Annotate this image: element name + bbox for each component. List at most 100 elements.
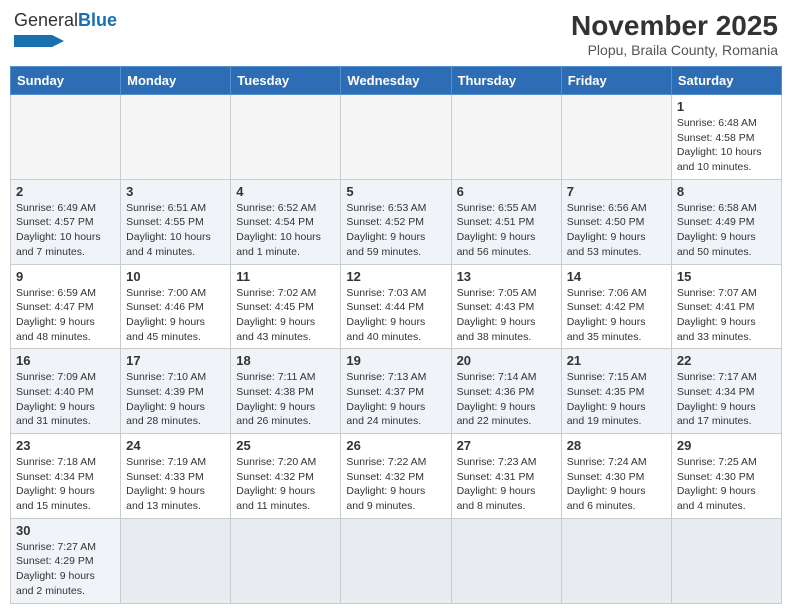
calendar-cell: 15 Sunrise: 7:07 AM Sunset: 4:41 PM Dayli…: [671, 264, 781, 349]
calendar-cell: 25Sunrise: 7:20 AM Sunset: 4:32 PM Dayli…: [231, 434, 341, 519]
calendar-cell: [561, 518, 671, 603]
calendar-cell: 10 Sunrise: 7:00 AM Sunset: 4:46 PM Dayli…: [121, 264, 231, 349]
day-number: 26: [346, 438, 445, 453]
day-number: 4: [236, 184, 335, 199]
calendar-cell: 17 Sunrise: 7:10 AM Sunset: 4:39 PM Dayli…: [121, 349, 231, 434]
calendar-cell: [231, 518, 341, 603]
day-number: 20: [457, 353, 556, 368]
day-info: Sunrise: 6:49 AM Sunset: 4:57 PM Dayligh…: [16, 201, 115, 260]
day-info: Sunrise: 7:23 AM Sunset: 4:31 PM Dayligh…: [457, 455, 556, 514]
month-title: November 2025: [571, 10, 778, 42]
calendar-cell: [341, 95, 451, 180]
day-number: 17: [126, 353, 225, 368]
calendar-cell: [451, 95, 561, 180]
day-info: Sunrise: 7:00 AM Sunset: 4:46 PM Dayligh…: [126, 286, 225, 345]
day-number: 12: [346, 269, 445, 284]
day-info: Sunrise: 6:56 AM Sunset: 4:50 PM Dayligh…: [567, 201, 666, 260]
day-number: 22: [677, 353, 776, 368]
day-info: Sunrise: 7:24 AM Sunset: 4:30 PM Dayligh…: [567, 455, 666, 514]
day-info: Sunrise: 7:22 AM Sunset: 4:32 PM Dayligh…: [346, 455, 445, 514]
weekday-header-tuesday: Tuesday: [231, 67, 341, 95]
day-info: Sunrise: 7:03 AM Sunset: 4:44 PM Dayligh…: [346, 286, 445, 345]
calendar-cell: 18 Sunrise: 7:11 AM Sunset: 4:38 PM Dayli…: [231, 349, 341, 434]
day-info: Sunrise: 7:18 AM Sunset: 4:34 PM Dayligh…: [16, 455, 115, 514]
day-info: Sunrise: 6:48 AM Sunset: 4:58 PM Dayligh…: [677, 116, 776, 175]
day-info: Sunrise: 7:05 AM Sunset: 4:43 PM Dayligh…: [457, 286, 556, 345]
day-info: Sunrise: 6:58 AM Sunset: 4:49 PM Dayligh…: [677, 201, 776, 260]
day-info: Sunrise: 7:02 AM Sunset: 4:45 PM Dayligh…: [236, 286, 335, 345]
day-info: Sunrise: 6:53 AM Sunset: 4:52 PM Dayligh…: [346, 201, 445, 260]
day-info: Sunrise: 7:11 AM Sunset: 4:38 PM Dayligh…: [236, 370, 335, 429]
day-info: Sunrise: 7:13 AM Sunset: 4:37 PM Dayligh…: [346, 370, 445, 429]
calendar-cell: 11 Sunrise: 7:02 AM Sunset: 4:45 PM Dayli…: [231, 264, 341, 349]
day-number: 7: [567, 184, 666, 199]
calendar-cell: 28 Sunrise: 7:24 AM Sunset: 4:30 PM Dayli…: [561, 434, 671, 519]
title-area: November 2025 Plopu, Braila County, Roma…: [571, 10, 778, 58]
calendar-cell: 21 Sunrise: 7:15 AM Sunset: 4:35 PM Dayli…: [561, 349, 671, 434]
calendar-cell: [121, 95, 231, 180]
calendar-cell: [671, 518, 781, 603]
calendar-cell: [231, 95, 341, 180]
calendar-cell: 14 Sunrise: 7:06 AM Sunset: 4:42 PM Dayli…: [561, 264, 671, 349]
day-info: Sunrise: 7:17 AM Sunset: 4:34 PM Dayligh…: [677, 370, 776, 429]
calendar-row-5: 30 Sunrise: 7:27 AM Sunset: 4:29 PM Dayli…: [11, 518, 782, 603]
day-number: 18: [236, 353, 335, 368]
day-number: 24: [126, 438, 225, 453]
day-number: 16: [16, 353, 115, 368]
day-info: Sunrise: 7:06 AM Sunset: 4:42 PM Dayligh…: [567, 286, 666, 345]
calendar-cell: 3 Sunrise: 6:51 AM Sunset: 4:55 PM Daylig…: [121, 179, 231, 264]
calendar-cell: 2 Sunrise: 6:49 AM Sunset: 4:57 PM Daylig…: [11, 179, 121, 264]
calendar-cell: 22 Sunrise: 7:17 AM Sunset: 4:34 PM Dayli…: [671, 349, 781, 434]
day-number: 21: [567, 353, 666, 368]
day-info: Sunrise: 6:52 AM Sunset: 4:54 PM Dayligh…: [236, 201, 335, 260]
day-number: 6: [457, 184, 556, 199]
day-info: Sunrise: 6:51 AM Sunset: 4:55 PM Dayligh…: [126, 201, 225, 260]
calendar-row-0: 1 Sunrise: 6:48 AM Sunset: 4:58 PM Daylig…: [11, 95, 782, 180]
logo-blue-text: Blue: [78, 10, 117, 31]
calendar-cell: 30 Sunrise: 7:27 AM Sunset: 4:29 PM Dayli…: [11, 518, 121, 603]
day-number: 11: [236, 269, 335, 284]
calendar-row-2: 9Sunrise: 6:59 AM Sunset: 4:47 PM Daylig…: [11, 264, 782, 349]
calendar-cell: 7 Sunrise: 6:56 AM Sunset: 4:50 PM Daylig…: [561, 179, 671, 264]
calendar-cell: 5Sunrise: 6:53 AM Sunset: 4:52 PM Daylig…: [341, 179, 451, 264]
day-number: 1: [677, 99, 776, 114]
calendar-cell: [451, 518, 561, 603]
day-info: Sunrise: 7:27 AM Sunset: 4:29 PM Dayligh…: [16, 540, 115, 599]
calendar-cell: 27 Sunrise: 7:23 AM Sunset: 4:31 PM Dayli…: [451, 434, 561, 519]
calendar-cell: [561, 95, 671, 180]
day-number: 19: [346, 353, 445, 368]
day-number: 15: [677, 269, 776, 284]
day-info: Sunrise: 7:07 AM Sunset: 4:41 PM Dayligh…: [677, 286, 776, 345]
location-subtitle: Plopu, Braila County, Romania: [571, 42, 778, 58]
day-number: 23: [16, 438, 115, 453]
weekday-header-saturday: Saturday: [671, 67, 781, 95]
calendar-cell: [121, 518, 231, 603]
logo: General Blue: [14, 10, 117, 49]
day-number: 25: [236, 438, 335, 453]
day-info: Sunrise: 7:25 AM Sunset: 4:30 PM Dayligh…: [677, 455, 776, 514]
calendar-cell: 23 Sunrise: 7:18 AM Sunset: 4:34 PM Dayli…: [11, 434, 121, 519]
weekday-header-wednesday: Wednesday: [341, 67, 451, 95]
day-info: Sunrise: 7:15 AM Sunset: 4:35 PM Dayligh…: [567, 370, 666, 429]
calendar-cell: [11, 95, 121, 180]
calendar-cell: 13Sunrise: 7:05 AM Sunset: 4:43 PM Dayli…: [451, 264, 561, 349]
day-number: 30: [16, 523, 115, 538]
calendar-row-3: 16Sunrise: 7:09 AM Sunset: 4:40 PM Dayli…: [11, 349, 782, 434]
calendar-row-4: 23 Sunrise: 7:18 AM Sunset: 4:34 PM Dayli…: [11, 434, 782, 519]
day-info: Sunrise: 7:14 AM Sunset: 4:36 PM Dayligh…: [457, 370, 556, 429]
day-number: 10: [126, 269, 225, 284]
day-number: 2: [16, 184, 115, 199]
day-number: 3: [126, 184, 225, 199]
weekday-header-monday: Monday: [121, 67, 231, 95]
logo-icon: [14, 33, 64, 49]
calendar-cell: 16Sunrise: 7:09 AM Sunset: 4:40 PM Dayli…: [11, 349, 121, 434]
day-number: 27: [457, 438, 556, 453]
day-number: 14: [567, 269, 666, 284]
day-info: Sunrise: 7:10 AM Sunset: 4:39 PM Dayligh…: [126, 370, 225, 429]
calendar-cell: 20 Sunrise: 7:14 AM Sunset: 4:36 PM Dayli…: [451, 349, 561, 434]
day-info: Sunrise: 6:55 AM Sunset: 4:51 PM Dayligh…: [457, 201, 556, 260]
day-number: 8: [677, 184, 776, 199]
day-number: 28: [567, 438, 666, 453]
calendar-cell: 12 Sunrise: 7:03 AM Sunset: 4:44 PM Dayli…: [341, 264, 451, 349]
calendar-cell: 6 Sunrise: 6:55 AM Sunset: 4:51 PM Daylig…: [451, 179, 561, 264]
